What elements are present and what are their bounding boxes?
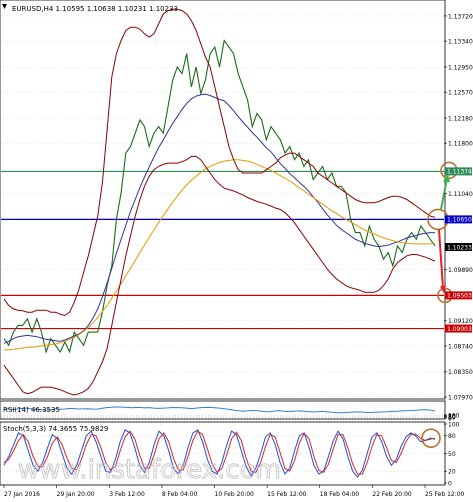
price-tick-label: 1.12950 bbox=[448, 64, 473, 71]
rsi-panel-title: RSI(14) 46.3535 bbox=[3, 406, 60, 414]
stochastic-tick-label: 20 bbox=[448, 469, 456, 476]
price-panel: 1.13720 1.13340 1.12950 1.12570 1.12180 1.118… bbox=[0, 0, 473, 401]
price-level-label: 1.10233 bbox=[447, 244, 472, 251]
price-panel-title: EURUSD,H4 1.10595 1.10638 1.10231 1.1023… bbox=[12, 5, 178, 13]
price-tick-label: 1.13340 bbox=[448, 39, 473, 46]
price-tick-label: 1.07970 bbox=[448, 394, 473, 401]
stochastic-tick-label: 100 bbox=[448, 421, 460, 428]
price-level-label: 1.10650 bbox=[447, 217, 472, 224]
x-tick-label: 22 Feb 20:00 bbox=[372, 491, 412, 498]
stochastic-tick-label: 80 bbox=[448, 433, 456, 440]
price-tick-label: 1.11040 bbox=[448, 191, 473, 198]
watermark-text: www.instaforex.com bbox=[18, 455, 281, 485]
x-tick-label: 3 Feb 12:00 bbox=[109, 491, 145, 498]
x-tick-label: 29 Jan 20:00 bbox=[57, 491, 95, 498]
price-level-label: 1.09503 bbox=[447, 293, 472, 300]
price-tick-label: 1.12180 bbox=[448, 115, 473, 122]
x-tick-label: 8 Feb 04:00 bbox=[162, 491, 198, 498]
chart-canvas: 1.13720 1.13340 1.12950 1.12570 1.12180 1.118… bbox=[0, 0, 473, 500]
price-level-label: 1.09003 bbox=[447, 326, 472, 333]
x-tick-label: 15 Feb 12:00 bbox=[267, 491, 307, 498]
x-tick-label: 27 Jan 2016 bbox=[4, 491, 40, 498]
price-tick-label: 1.12570 bbox=[448, 90, 473, 97]
price-tick-label: 1.08740 bbox=[448, 343, 473, 350]
x-tick-label: 10 Feb 20:00 bbox=[215, 491, 255, 498]
rsi-panel-frame bbox=[0, 400, 446, 420]
price-tick-label: 1.11800 bbox=[448, 141, 473, 148]
stochastic-tick-label: 0 bbox=[448, 480, 452, 487]
price-level-label: 1.11374 bbox=[447, 169, 472, 176]
stochastic-tick-label: 50 bbox=[448, 451, 456, 458]
x-tick-label: 18 Feb 04:00 bbox=[320, 491, 360, 498]
stochastic-panel-title: Stoch(5,3,3) 74.3655 75.9829 bbox=[3, 425, 108, 433]
price-tick-label: 1.09890 bbox=[448, 267, 473, 274]
rsi-panel: 1007050300 RSI(14) 46.3535 bbox=[0, 400, 460, 422]
price-tick-label: 1.09120 bbox=[448, 318, 473, 325]
price-tick-label: 1.08350 bbox=[448, 369, 473, 376]
price-tick-label: 1.13720 bbox=[448, 13, 473, 20]
x-tick-label: 25 Feb 12:00 bbox=[425, 491, 465, 498]
